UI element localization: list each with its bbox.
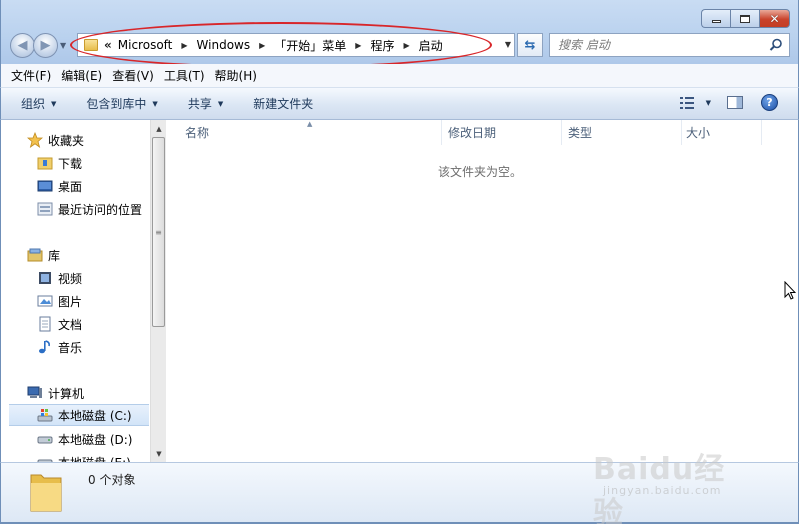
nav-scrollbar[interactable]: ▲ ≡ ▼ <box>150 120 166 462</box>
column-name[interactable]: 名称 <box>167 120 442 145</box>
menu-bar: 文件(F) 编辑(E) 查看(V) 工具(T) 帮助(H) <box>0 64 799 88</box>
address-segment-windows[interactable]: Windows <box>197 38 251 52</box>
desktop-icon <box>37 178 53 194</box>
change-view-icon[interactable] <box>679 96 696 109</box>
nav-desktop[interactable]: 桌面 <box>37 175 149 197</box>
share-button[interactable]: 共享 ▼ <box>188 95 223 112</box>
column-date-modified[interactable]: 修改日期 <box>442 120 562 145</box>
mouse-cursor-icon <box>784 281 796 300</box>
explorer-body: 收藏夹 下载 桌面 最近访问的位置 库 视频 图片 文档 音乐 计算机 本地磁盘… <box>0 120 799 462</box>
arrow-left-icon: ◀ <box>17 38 28 53</box>
nav-pictures[interactable]: 图片 <box>37 290 149 312</box>
computer-icon <box>27 385 43 401</box>
address-history-dropdown-icon[interactable]: ▼ <box>505 40 511 49</box>
dropdown-icon: ▼ <box>217 99 224 108</box>
address-bar[interactable]: « Microsoft ▶ Windows ▶ 「开始」菜单 ▶ 程序 ▶ 启动… <box>77 33 515 57</box>
nav-documents[interactable]: 文档 <box>37 313 149 335</box>
hard-drive-icon <box>37 431 53 447</box>
dropdown-icon: ▼ <box>51 99 57 108</box>
star-icon <box>27 132 43 148</box>
organize-button[interactable]: 组织 ▼ <box>21 95 56 112</box>
address-segment-programs[interactable]: 程序 <box>370 37 394 54</box>
maximize-button[interactable] <box>730 9 759 28</box>
nav-drive-c[interactable]: 本地磁盘 (C:) <box>9 404 149 426</box>
downloads-folder-icon <box>37 155 53 171</box>
maximize-icon <box>740 14 750 23</box>
nav-downloads[interactable]: 下载 <box>37 152 149 174</box>
close-icon: ✕ <box>769 11 780 26</box>
file-list: ▲ 名称 修改日期 类型 大小 该文件夹为空。 <box>167 120 798 462</box>
scroll-down-icon[interactable]: ▼ <box>151 445 167 462</box>
search-icon[interactable] <box>769 38 783 52</box>
music-icon <box>37 339 53 355</box>
search-box[interactable] <box>549 33 790 57</box>
dropdown-icon: ▼ <box>152 99 158 108</box>
empty-folder-message: 该文件夹为空。 <box>438 165 523 179</box>
address-overflow-button[interactable]: « <box>104 38 112 52</box>
minimize-button[interactable] <box>701 9 730 28</box>
menu-file[interactable]: 文件(F) <box>11 67 51 84</box>
nav-drive-d[interactable]: 本地磁盘 (D:) <box>37 428 149 450</box>
chevron-right-icon[interactable]: ▶ <box>355 41 361 50</box>
folder-icon <box>30 474 62 512</box>
address-segment-microsoft[interactable]: Microsoft <box>118 38 173 52</box>
scroll-up-icon[interactable]: ▲ <box>151 120 167 137</box>
navigation-pane: 收藏夹 下载 桌面 最近访问的位置 库 视频 图片 文档 音乐 计算机 本地磁盘… <box>9 120 149 462</box>
command-bar: 组织 ▼ 包含到库中 ▼ 共享 ▼ 新建文件夹 ▼ ? <box>0 88 799 120</box>
library-icon <box>27 247 43 263</box>
document-icon <box>37 316 53 332</box>
hard-drive-icon <box>37 454 53 462</box>
forward-button[interactable]: ▶ <box>33 33 58 58</box>
menu-edit[interactable]: 编辑(E) <box>61 67 102 84</box>
picture-icon <box>37 293 53 309</box>
refresh-button[interactable]: ⇆ <box>517 33 543 57</box>
nav-music[interactable]: 音乐 <box>37 336 149 358</box>
folder-icon <box>84 39 98 51</box>
details-pane: 0 个对象 <box>0 462 799 524</box>
view-dropdown-icon[interactable]: ▼ <box>706 99 711 107</box>
new-folder-button[interactable]: 新建文件夹 <box>253 95 313 112</box>
back-button[interactable]: ◀ <box>10 33 35 58</box>
grip-icon: ≡ <box>155 227 162 237</box>
minimize-icon <box>711 20 721 23</box>
help-icon[interactable]: ? <box>761 94 778 111</box>
column-type[interactable]: 类型 <box>562 120 682 145</box>
nav-recent-places[interactable]: 最近访问的位置 <box>37 198 149 220</box>
recent-pages-dropdown-icon[interactable]: ▼ <box>60 41 66 50</box>
refresh-icon: ⇆ <box>524 37 536 53</box>
arrow-right-icon: ▶ <box>40 38 51 53</box>
chevron-right-icon[interactable]: ▶ <box>403 41 409 50</box>
include-in-library-button[interactable]: 包含到库中 ▼ <box>86 95 157 112</box>
chevron-right-icon[interactable]: ▶ <box>259 41 265 50</box>
chevron-right-icon[interactable]: ▶ <box>181 41 187 50</box>
search-input[interactable] <box>558 38 758 52</box>
preview-pane-icon[interactable] <box>727 96 743 109</box>
nav-favorites[interactable]: 收藏夹 <box>27 129 149 151</box>
nav-libraries[interactable]: 库 <box>27 244 149 266</box>
scroll-thumb[interactable]: ≡ <box>152 137 165 327</box>
column-size[interactable]: 大小 <box>682 120 762 145</box>
address-segment-start-menu[interactable]: 「开始」菜单 <box>274 37 346 54</box>
close-button[interactable]: ✕ <box>759 9 790 28</box>
recent-places-icon <box>37 201 53 217</box>
nav-videos[interactable]: 视频 <box>37 267 149 289</box>
item-count: 0 个对象 <box>88 473 136 487</box>
video-icon <box>37 270 53 286</box>
address-segment-startup[interactable]: 启动 <box>419 37 443 54</box>
nav-drive-e[interactable]: 本地磁盘 (E:) <box>37 451 149 462</box>
nav-computer[interactable]: 计算机 <box>27 382 149 404</box>
window-controls: ✕ <box>701 9 790 28</box>
nav-buttons: ◀ ▶ ▼ <box>10 33 66 58</box>
menu-view[interactable]: 查看(V) <box>112 67 154 84</box>
menu-tools[interactable]: 工具(T) <box>164 67 205 84</box>
menu-help[interactable]: 帮助(H) <box>215 67 257 84</box>
system-drive-icon <box>37 407 53 423</box>
